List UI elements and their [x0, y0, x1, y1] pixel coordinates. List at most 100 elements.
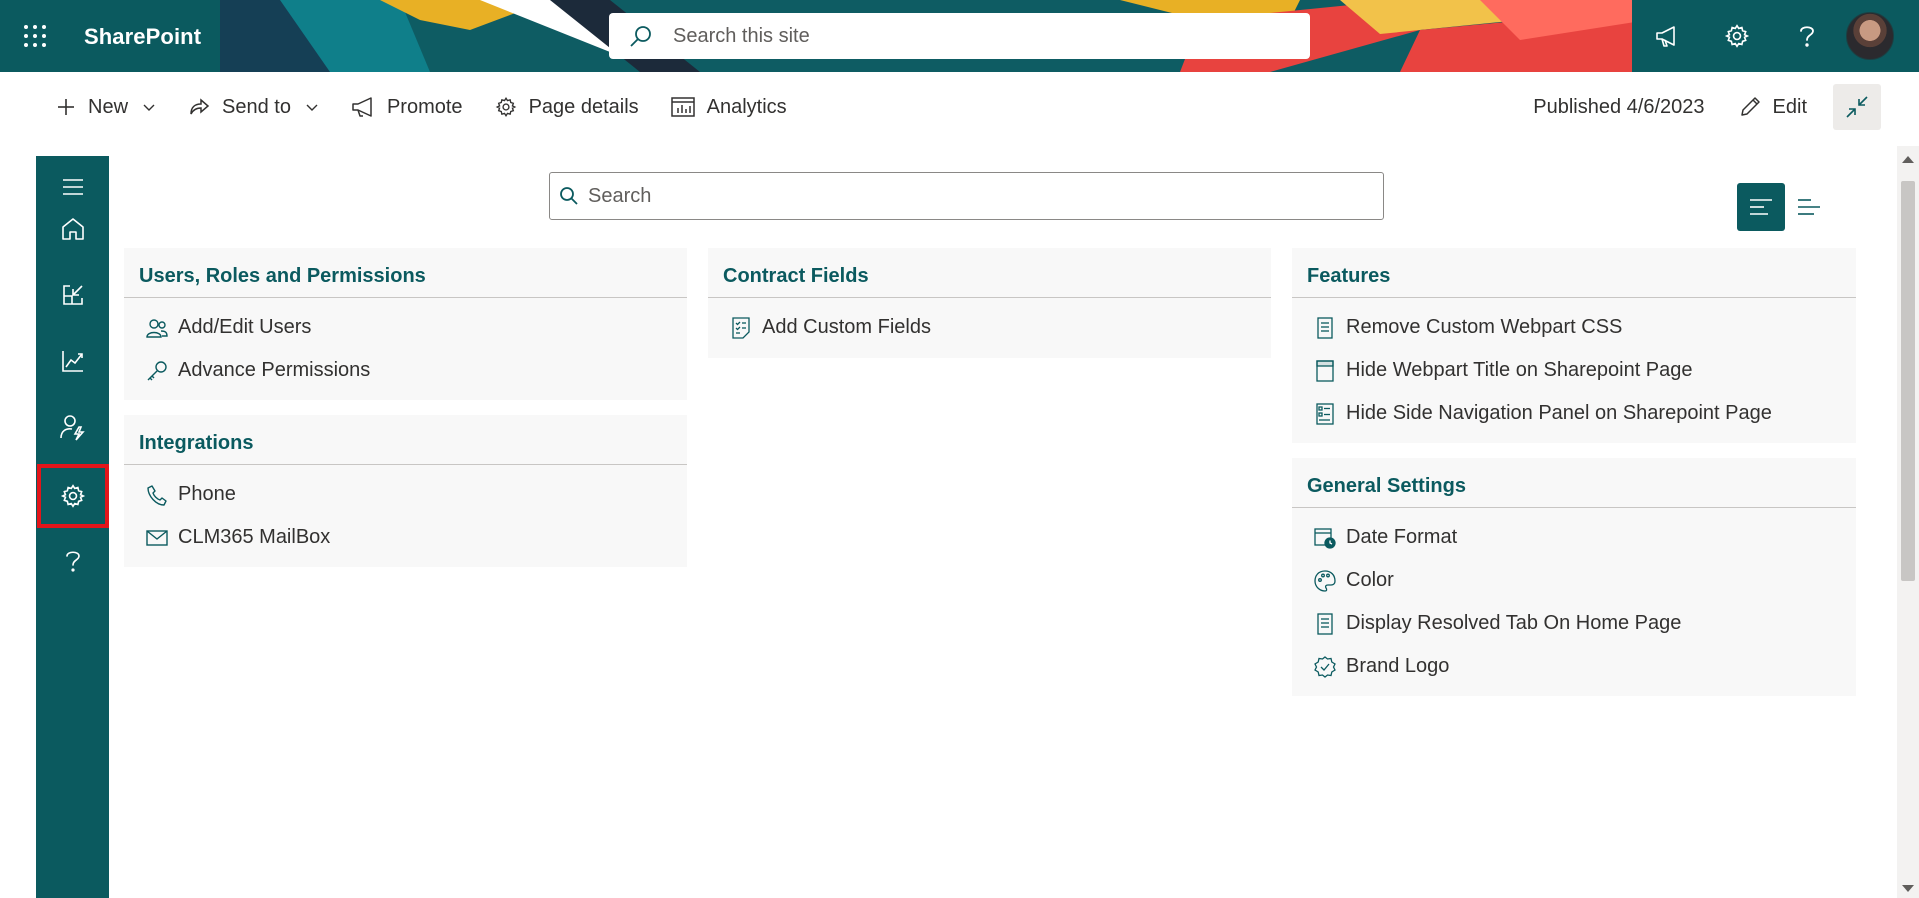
gear-icon: [1724, 24, 1750, 48]
gear-icon: [495, 97, 516, 117]
new-button[interactable]: New: [40, 87, 172, 127]
hide-webpart-title-link[interactable]: Hide Webpart Title on Sharepoint Page: [1292, 349, 1856, 392]
megaphone-icon: [352, 97, 372, 117]
send-to-button[interactable]: Send to: [172, 87, 335, 127]
item-label: Add Custom Fields: [762, 316, 931, 338]
promote-button[interactable]: Promote: [335, 87, 479, 127]
announcements-button[interactable]: [1632, 0, 1702, 72]
item-label: Brand Logo: [1346, 655, 1450, 677]
search-icon: [550, 186, 588, 206]
card-title: Contract Fields: [708, 248, 1271, 298]
date-format-link[interactable]: Date Format: [1292, 516, 1856, 559]
collapse-icon: [1846, 96, 1868, 118]
item-label: Color: [1346, 569, 1394, 591]
brand-logo-link[interactable]: Brand Logo: [1292, 645, 1856, 688]
item-label: Hide Side Navigation Panel on Sharepoint…: [1346, 402, 1772, 424]
avatar[interactable]: [1846, 12, 1894, 60]
brand-name[interactable]: SharePoint: [84, 24, 201, 50]
rail-reports-button[interactable]: [36, 330, 109, 392]
rail-settings-button[interactable]: [37, 464, 109, 528]
question-icon: [1800, 26, 1814, 47]
settings-search-input[interactable]: [588, 184, 1368, 208]
pencil-icon: [1740, 97, 1760, 116]
megaphone-icon: [1656, 26, 1675, 47]
search-icon: [609, 24, 673, 48]
phone-link[interactable]: Phone: [124, 473, 687, 516]
left-align-view-button[interactable]: [1737, 183, 1785, 231]
align-left-icon: [1750, 199, 1772, 215]
window-header-icon: [1314, 359, 1336, 382]
chart-line-icon: [61, 351, 83, 372]
rail-user-permissions-button[interactable]: [36, 396, 109, 458]
document-icon: [1314, 612, 1336, 635]
site-search-input[interactable]: [673, 24, 1273, 48]
item-label: CLM365 MailBox: [178, 526, 331, 548]
hamburger-icon: [62, 179, 83, 195]
user-lightning-icon: [59, 415, 85, 441]
site-search-box[interactable]: [609, 13, 1310, 59]
page-details-button[interactable]: Page details: [479, 87, 655, 127]
right-align-view-button[interactable]: [1785, 183, 1833, 231]
rail-import-button[interactable]: [36, 264, 109, 326]
integrations-card: Integrations Phone CLM365 MailBox: [124, 415, 687, 567]
help-button[interactable]: [1772, 0, 1842, 72]
home-icon: [61, 218, 84, 240]
app-left-rail: [36, 156, 109, 898]
rail-home-button[interactable]: [36, 198, 109, 260]
share-icon: [190, 98, 210, 115]
item-label: Date Format: [1346, 526, 1458, 548]
display-resolved-tab-link[interactable]: Display Resolved Tab On Home Page: [1292, 602, 1856, 645]
users-roles-card: Users, Roles and Permissions Add/Edit Us…: [124, 248, 687, 400]
item-label: Remove Custom Webpart CSS: [1346, 316, 1623, 338]
people-icon: [146, 317, 168, 339]
mail-icon: [146, 527, 168, 549]
send-to-label: Send to: [222, 95, 291, 118]
page-details-label: Page details: [528, 95, 639, 118]
checklist-icon: [730, 316, 752, 339]
analytics-label: Analytics: [706, 95, 787, 118]
badge-check-icon: [1314, 655, 1336, 678]
general-settings-card: General Settings Date Format Color Displ…: [1292, 458, 1856, 696]
command-bar: New Send to Promote Page details Analyti…: [0, 72, 1919, 142]
app-launcher-button[interactable]: [0, 0, 70, 72]
side-panel-icon: [1314, 402, 1336, 425]
item-label: Advance Permissions: [178, 359, 371, 381]
card-title: Users, Roles and Permissions: [124, 248, 687, 298]
palette-icon: [1314, 569, 1336, 592]
item-label: Add/Edit Users: [178, 316, 312, 338]
page-scrollbar[interactable]: [1897, 146, 1919, 898]
rail-help-button[interactable]: [36, 530, 109, 592]
add-custom-fields-link[interactable]: Add Custom Fields: [708, 306, 1271, 349]
edit-label: Edit: [1772, 95, 1807, 118]
analytics-icon: [670, 97, 695, 117]
hide-side-navigation-link[interactable]: Hide Side Navigation Panel on Sharepoint…: [1292, 392, 1856, 435]
chevron-down-icon: [306, 104, 318, 111]
plus-icon: [58, 99, 74, 115]
command-bar-right: Published 4/6/2023 Edit: [1533, 72, 1919, 142]
edit-button[interactable]: Edit: [1727, 87, 1819, 127]
features-card: Features Remove Custom Webpart CSS Hide …: [1292, 248, 1856, 443]
scroll-up-arrow[interactable]: [1902, 156, 1914, 163]
remove-custom-webpart-css-link[interactable]: Remove Custom Webpart CSS: [1292, 306, 1856, 349]
question-icon: [65, 551, 80, 572]
calendar-clock-icon: [1314, 527, 1336, 549]
add-edit-users-link[interactable]: Add/Edit Users: [124, 306, 687, 349]
scroll-down-arrow[interactable]: [1902, 885, 1914, 892]
item-label: Phone: [178, 483, 236, 505]
suite-bar: SharePoint: [0, 0, 1919, 72]
collapse-header-button[interactable]: [1833, 84, 1881, 130]
contract-fields-card: Contract Fields Add Custom Fields: [708, 248, 1271, 358]
advance-permissions-link[interactable]: Advance Permissions: [124, 349, 687, 392]
align-right-icon: [1798, 199, 1820, 215]
color-link[interactable]: Color: [1292, 559, 1856, 602]
import-icon: [62, 285, 83, 305]
clm365-mailbox-link[interactable]: CLM365 MailBox: [124, 516, 687, 559]
analytics-button[interactable]: Analytics: [655, 87, 803, 127]
card-title: Integrations: [124, 415, 687, 465]
waffle-icon: [24, 25, 46, 47]
scrollbar-thumb[interactable]: [1901, 181, 1915, 581]
view-toggle: [1737, 183, 1833, 231]
promote-label: Promote: [386, 95, 463, 118]
settings-search-box[interactable]: [549, 172, 1384, 220]
settings-button[interactable]: [1702, 0, 1772, 72]
